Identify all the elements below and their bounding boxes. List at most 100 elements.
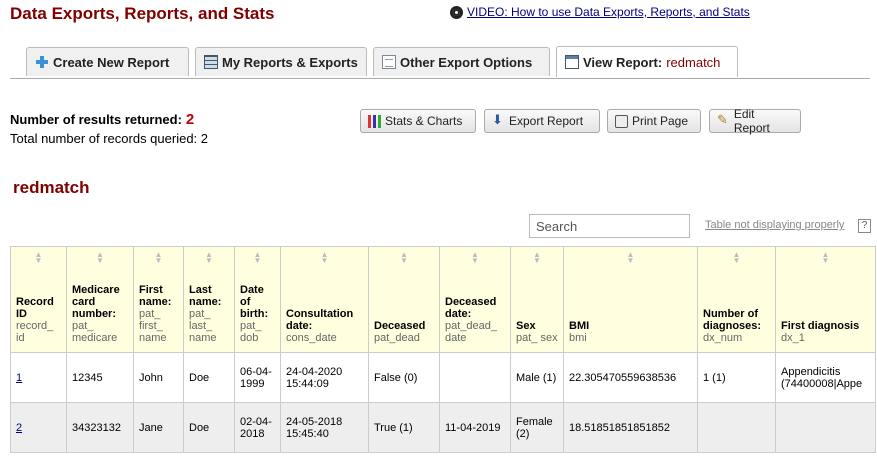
reports-icon — [204, 55, 218, 69]
column-header-consultation-date[interactable]: ▲ ▼ Consultation date: cons_date — [280, 246, 369, 353]
column-header-first-name[interactable]: ▲ ▼ First name: pat_ first_ name — [133, 246, 184, 353]
table-cell — [775, 402, 876, 453]
column-label: Sex — [516, 320, 536, 332]
video-link-text[interactable]: VIDEO: How to use Data Exports, Reports,… — [467, 5, 750, 19]
column-header-first-diagnosis[interactable]: ▲ ▼ First diagnosis dx_1 — [775, 246, 876, 353]
column-variable: pat_dead_ date — [445, 320, 497, 344]
table-cell: Doe — [183, 402, 235, 453]
tab-my-reports-exports[interactable]: My Reports & Exports — [195, 47, 367, 76]
search-input[interactable] — [529, 214, 690, 238]
plus-icon — [35, 55, 49, 69]
stats-charts-button[interactable]: Stats & Charts — [360, 109, 476, 133]
table-row: 1 12345 John Doe 06-04-1999 24-04-2020 1… — [10, 352, 876, 403]
table-cell: 34323132 — [66, 402, 134, 453]
column-label: Number of diagnoses: — [703, 308, 762, 332]
page-title: Data Exports, Reports, and Stats — [10, 4, 275, 23]
sort-arrows-icon: ▲ ▼ — [821, 250, 830, 265]
button-label: Print Page — [632, 114, 689, 128]
table-cell: 24-04-2020 15:44:09 — [280, 352, 369, 403]
table-cell — [439, 352, 511, 403]
column-variable: pat_ last_ name — [189, 308, 217, 344]
record-link[interactable]: 1 — [16, 372, 22, 384]
table-cell: False (0) — [368, 352, 440, 403]
download-arrow-icon — [492, 112, 505, 128]
table-cell: 06-04-1999 — [234, 352, 281, 403]
column-label: Medicare card number: — [72, 284, 120, 320]
column-header-last-name[interactable]: ▲ ▼ Last name: pat_ last_ name — [183, 246, 235, 353]
table-cell: True (1) — [368, 402, 440, 453]
table-cell: 22.305470559638536 — [563, 352, 698, 403]
results-returned-count: 2 — [185, 111, 195, 128]
tab-create-new-report[interactable]: Create New Report — [26, 47, 189, 76]
table-cell: 24-05-2018 15:45:40 — [280, 402, 369, 453]
column-label: Consultation date: — [286, 308, 354, 332]
column-label: First diagnosis — [781, 320, 860, 332]
column-header-num-diagnoses[interactable]: ▲ ▼ Number of diagnoses: dx_num — [697, 246, 776, 353]
table-cell: Jane — [133, 402, 184, 453]
column-header-record-id[interactable]: ▲ ▼ Record ID record_ id — [10, 246, 67, 353]
column-variable: pat_dead — [374, 332, 420, 344]
column-variable: record_ id — [16, 320, 54, 344]
sort-arrows-icon: ▲ ▼ — [732, 250, 741, 265]
column-variable: cons_date — [286, 332, 337, 344]
sort-arrows-icon: ▲ ▼ — [626, 250, 635, 265]
table-row: 2 34323132 Jane Doe 02-04-2018 24-05-201… — [10, 402, 876, 453]
column-label: Deceased date: — [445, 296, 497, 320]
sort-arrows-icon: ▲ ▼ — [253, 250, 262, 265]
table-cell: Female (2) — [510, 402, 564, 453]
records-queried-count: 2 — [200, 131, 209, 146]
table-cell: 18.51851851851852 — [563, 402, 698, 453]
record-link[interactable]: 2 — [16, 422, 22, 434]
help-icon[interactable]: ? — [858, 219, 871, 233]
column-header-dob[interactable]: ▲ ▼ Date of birth: pat_ dob — [234, 246, 281, 353]
document-icon — [382, 55, 396, 69]
tab-report-name: redmatch — [666, 54, 721, 70]
sort-arrows-icon: ▲ ▼ — [533, 250, 541, 265]
results-returned-label: Number of results returned: — [10, 112, 182, 127]
column-header-deceased-date[interactable]: ▲ ▼ Deceased date: pat_dead_ date — [439, 246, 511, 353]
button-label: Export Report — [509, 114, 584, 128]
sort-arrows-icon: ▲ ▼ — [34, 250, 43, 265]
tab-other-export-options[interactable]: Other Export Options — [373, 47, 550, 76]
column-label: Date of birth: — [240, 284, 269, 320]
film-reel-icon — [450, 5, 463, 19]
column-variable: dx_num — [703, 332, 743, 344]
pencil-icon — [717, 112, 730, 128]
column-label: Record ID — [16, 296, 54, 320]
table-help-link[interactable]: Table not displaying properly — [705, 219, 844, 231]
column-header-sex[interactable]: ▲ ▼ Sex pat_ sex — [510, 246, 564, 353]
export-report-button[interactable]: Export Report — [484, 109, 600, 133]
column-header-bmi[interactable]: ▲ ▼ BMI bmi — [563, 246, 698, 353]
column-label: First name: — [139, 284, 172, 308]
table-cell: John — [133, 352, 184, 403]
video-link[interactable]: VIDEO: How to use Data Exports, Reports,… — [450, 5, 750, 19]
column-header-medicare[interactable]: ▲ ▼ Medicare card number: pat_ medicare — [66, 246, 134, 353]
column-variable: pat_ dob — [240, 320, 262, 344]
edit-report-button[interactable]: Edit Report — [709, 107, 801, 135]
sort-arrows-icon: ▲ ▼ — [96, 250, 104, 265]
table-cell: Male (1) — [510, 352, 564, 403]
column-variable: pat_ medicare — [72, 320, 118, 344]
column-variable: pat_ sex — [516, 332, 558, 344]
column-header-deceased[interactable]: ▲ ▼ Deceased pat_dead — [368, 246, 440, 353]
window-icon — [565, 55, 579, 69]
table-cell-record-id: 1 — [10, 352, 67, 403]
table-cell: Appendicitis (74400008|Appe — [775, 352, 876, 403]
tab-bar: Create New Report My Reports & Exports O… — [10, 46, 870, 79]
print-page-button[interactable]: Print Page — [607, 109, 701, 133]
tab-label: Other Export Options — [400, 54, 533, 70]
button-label: Edit Report — [733, 107, 770, 135]
table-cell: 02-04-2018 — [234, 402, 281, 453]
table-header-row: ▲ ▼ Record ID record_ id ▲ ▼ Medicare card nu… — [10, 246, 876, 353]
printer-icon — [615, 114, 628, 128]
bar-chart-icon — [368, 114, 381, 128]
records-queried-label: Total number of records queried: — [10, 131, 198, 146]
tab-view-report[interactable]: View Report: redmatch — [556, 46, 738, 77]
table-cell: 11-04-2019 — [439, 402, 511, 453]
column-variable: dx_1 — [781, 332, 805, 344]
column-label: BMI — [569, 320, 590, 332]
tab-label: Create New Report — [53, 54, 170, 70]
sort-arrows-icon: ▲ ▼ — [320, 250, 329, 265]
tab-label: View Report: — [583, 54, 663, 70]
tab-label: My Reports & Exports — [222, 54, 358, 70]
